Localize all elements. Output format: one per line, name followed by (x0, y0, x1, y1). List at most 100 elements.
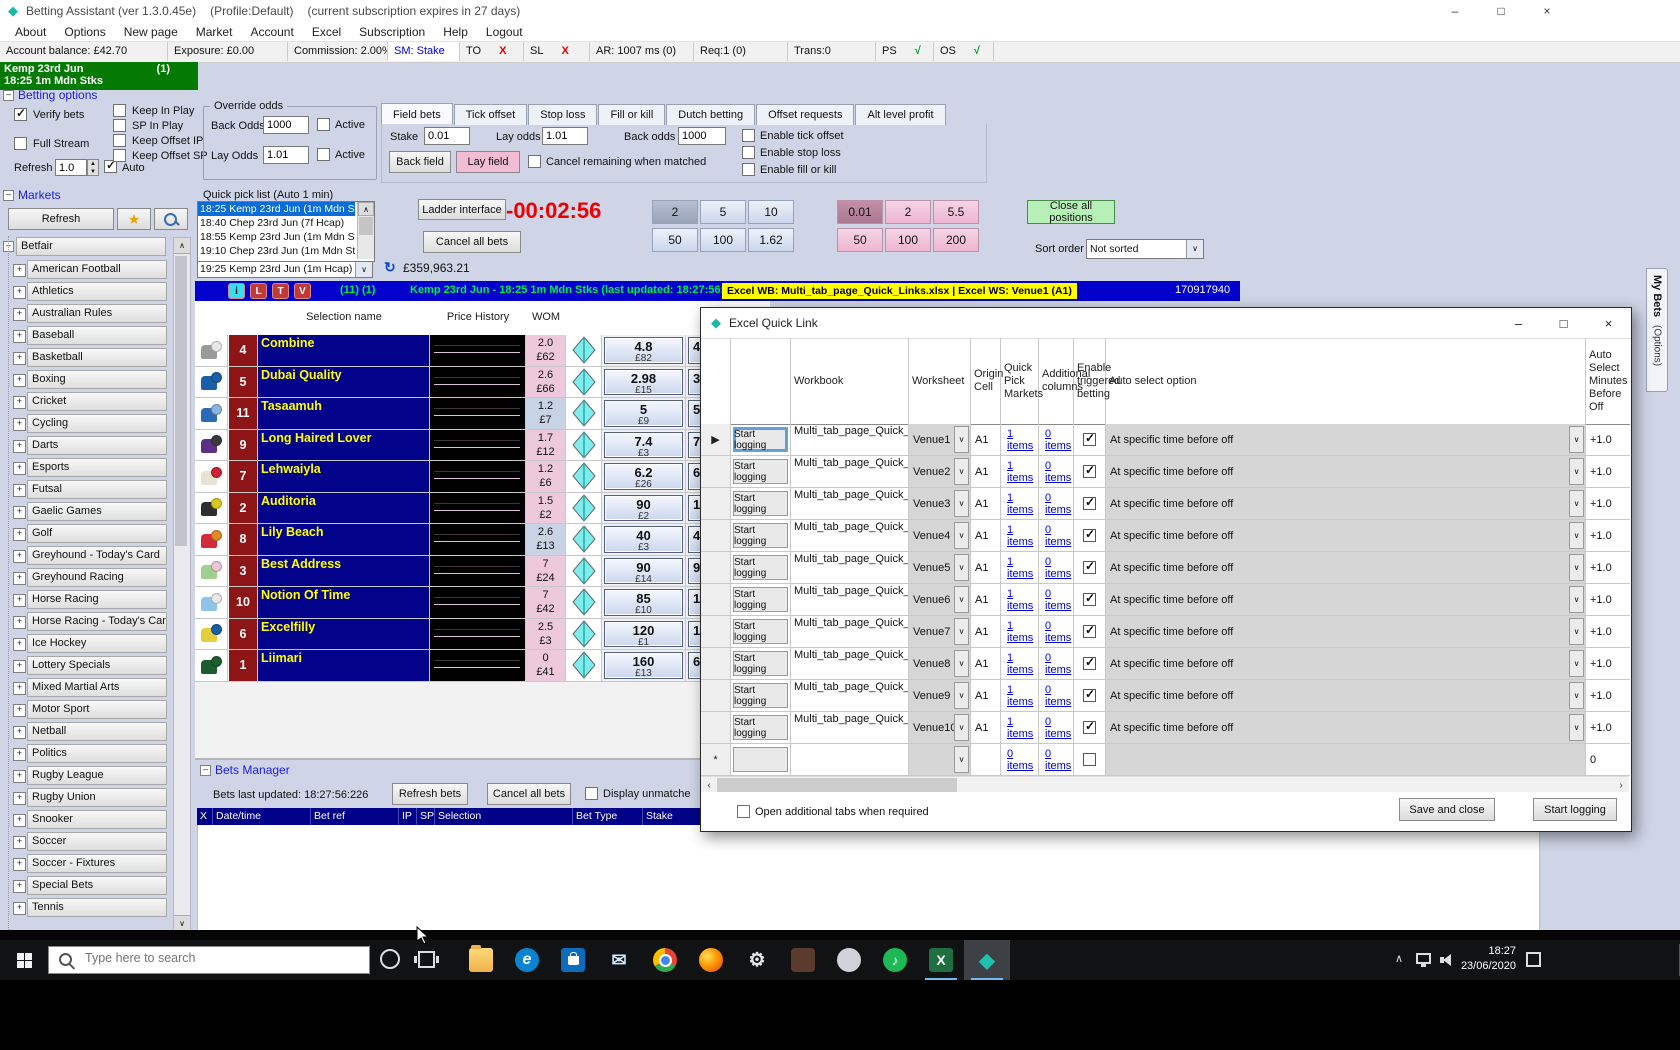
worksheet-dropdown[interactable]: Venue10∨ (909, 712, 971, 744)
sidebar-market-item[interactable]: Horse Racing (0, 590, 172, 612)
sidebar-market-item[interactable]: Soccer (0, 832, 172, 854)
action-center-icon[interactable] (1526, 952, 1541, 967)
sidebar-market-label[interactable]: Boxing (27, 370, 167, 389)
chevron-down-icon[interactable]: ∨ (954, 490, 969, 517)
lay-odds-active-checkbox[interactable] (317, 148, 330, 161)
minutes-before-cell[interactable]: +1.0 (1586, 648, 1630, 680)
lay-stake-button[interactable]: 0.01 (837, 200, 883, 224)
chevron-down-icon[interactable]: ∨ (954, 458, 969, 485)
back-price-cell[interactable]: 120£1 (602, 619, 686, 651)
expand-icon[interactable] (13, 616, 26, 629)
expand-icon[interactable] (13, 264, 26, 277)
bet-mode-tab[interactable]: Tick offset (454, 104, 528, 125)
sidebar-market-label[interactable]: Futsal (27, 480, 167, 499)
origin-cell[interactable]: A1 (971, 424, 1001, 456)
expand-icon[interactable] (13, 682, 26, 695)
lay-field-button[interactable]: Lay field (456, 151, 520, 173)
selection-name[interactable]: Notion Of Time (258, 587, 430, 619)
sidebar-market-item[interactable]: Rugby Union (0, 788, 172, 810)
chevron-down-icon[interactable]: ∨ (1569, 522, 1584, 549)
minutes-before-cell[interactable]: +1.0 (1586, 680, 1630, 712)
quick-pick-markets-link[interactable]: 1 items (1001, 524, 1038, 548)
menu-item[interactable]: Account (241, 25, 302, 39)
sidebar-market-label[interactable]: Snooker (27, 810, 167, 829)
sidebar-market-item[interactable]: Mixed Martial Arts (0, 678, 172, 700)
expand-icon[interactable] (13, 594, 26, 607)
collapse-markets-icon[interactable] (3, 190, 14, 201)
selection-name[interactable]: Combine (258, 335, 430, 367)
markets-search-icon[interactable] (154, 208, 188, 230)
sidebar-market-item[interactable]: Baseball (0, 326, 172, 348)
taskbar-search[interactable] (48, 946, 370, 974)
start-logging-row-button[interactable]: Start logging (733, 523, 788, 548)
minutes-before-cell[interactable]: +1.0 (1586, 456, 1630, 488)
auto-select-option-dropdown[interactable]: At specific time before off∨ (1106, 488, 1586, 520)
auto-select-option-dropdown[interactable]: At specific time before off∨ (1106, 648, 1586, 680)
expand-icon[interactable] (13, 572, 26, 585)
start-logging-row-button[interactable]: Start logging (733, 427, 788, 452)
selection-name[interactable]: Lehwaiyla (258, 461, 430, 493)
worksheet-dropdown[interactable]: Venue2∨ (909, 456, 971, 488)
back-price-cell[interactable]: 5£9 (602, 398, 686, 430)
save-and-close-button[interactable]: Save and close (1399, 798, 1495, 821)
quick-pick-item[interactable]: 19:10 Chep 23rd Jun (1m Mdn Stks) (198, 244, 355, 258)
expand-icon[interactable] (13, 550, 26, 563)
sidebar-market-item[interactable]: Soccer - Fixtures (0, 854, 172, 876)
auto-select-option-dropdown[interactable]: At specific time before off∨ (1106, 520, 1586, 552)
market-toolbar-button[interactable]: T (272, 283, 289, 299)
expand-icon[interactable] (13, 902, 26, 915)
scroll-right-icon[interactable]: › (1613, 777, 1629, 793)
market-toolbar-button[interactable]: L (250, 283, 267, 299)
back-price-cell[interactable]: 2.98£15 (602, 367, 686, 399)
selection-name[interactable]: Excelfilly (258, 619, 430, 651)
sidebar-market-label[interactable]: Lottery Specials (27, 656, 167, 675)
sidebar-market-label[interactable]: Golf (27, 524, 167, 543)
expand-icon[interactable] (13, 836, 26, 849)
origin-cell[interactable]: A1 (971, 584, 1001, 616)
mail-icon[interactable]: ✉ (596, 940, 642, 980)
expand-icon[interactable] (13, 374, 26, 387)
chevron-down-icon[interactable]: ∨ (954, 682, 969, 709)
sidebar-market-item[interactable]: Cycling (0, 414, 172, 436)
sidebar-market-label[interactable]: Soccer (27, 832, 167, 851)
expand-icon[interactable] (13, 858, 26, 871)
empty-row-button[interactable] (733, 747, 788, 772)
sidebar-market-label[interactable]: Athletics (27, 282, 167, 301)
quick-pick-item[interactable]: 18:25 Kemp 23rd Jun (1m Mdn Stks) (198, 202, 355, 216)
selection-name[interactable]: Tasaamuh (258, 398, 430, 430)
sidebar-market-item[interactable]: Ice Hockey (0, 634, 172, 656)
chrome-icon[interactable] (642, 940, 688, 980)
worksheet-dropdown[interactable]: Venue5∨ (909, 552, 971, 584)
back-stake-button[interactable]: 100 (700, 228, 746, 252)
sidebar-market-item[interactable]: Greyhound - Today's Card (0, 546, 172, 568)
refresh-bets-button[interactable]: Refresh bets (392, 783, 468, 805)
expand-icon[interactable] (13, 704, 26, 717)
cortana-icon[interactable] (380, 949, 400, 969)
auto-select-option-dropdown[interactable]: At specific time before off∨ (1106, 552, 1586, 584)
current-race-box[interactable]: Kemp 23rd Jun (1) 18:25 1m Mdn Stks (0, 62, 198, 90)
lay-stake-button[interactable]: 2 (885, 200, 931, 224)
additional-columns-link[interactable]: 0 items (1039, 428, 1073, 452)
worksheet-dropdown[interactable]: Venue9∨ (909, 680, 971, 712)
betting-assistant-icon[interactable]: ◆ (964, 940, 1010, 980)
triggered-betting-checkbox[interactable] (1083, 593, 1096, 606)
favourites-star-icon[interactable]: ★ (117, 208, 151, 230)
workbook-cell[interactable]: Multi_tab_page_Quick_Links.xlsx (791, 488, 909, 520)
sidebar-market-label[interactable]: American Football (27, 260, 167, 279)
auto-select-option-dropdown[interactable]: At specific time before off∨ (1106, 424, 1586, 456)
worksheet-dropdown[interactable]: Venue8∨ (909, 648, 971, 680)
sidebar-market-label[interactable]: Politics (27, 744, 167, 763)
sidebar-market-label[interactable]: Basketball (27, 348, 167, 367)
worksheet-dropdown[interactable]: Venue3∨ (909, 488, 971, 520)
start-logging-row-button[interactable]: Start logging (733, 555, 788, 580)
bet-mode-tab[interactable]: Offset requests (756, 104, 854, 125)
selection-name[interactable]: Dubai Quality (258, 367, 430, 399)
app-grey-icon[interactable] (826, 940, 872, 980)
scroll-left-icon[interactable]: ‹ (701, 777, 717, 793)
bet-mode-tab[interactable]: Stop loss (528, 104, 597, 125)
additional-columns-link[interactable]: 0 items (1039, 716, 1073, 740)
sidebar-market-label[interactable]: Ice Hockey (27, 634, 167, 653)
back-price-cell[interactable]: 6.2£26 (602, 461, 686, 493)
sidebar-market-item[interactable]: Politics (0, 744, 172, 766)
selection-name[interactable]: Best Address (258, 556, 430, 588)
